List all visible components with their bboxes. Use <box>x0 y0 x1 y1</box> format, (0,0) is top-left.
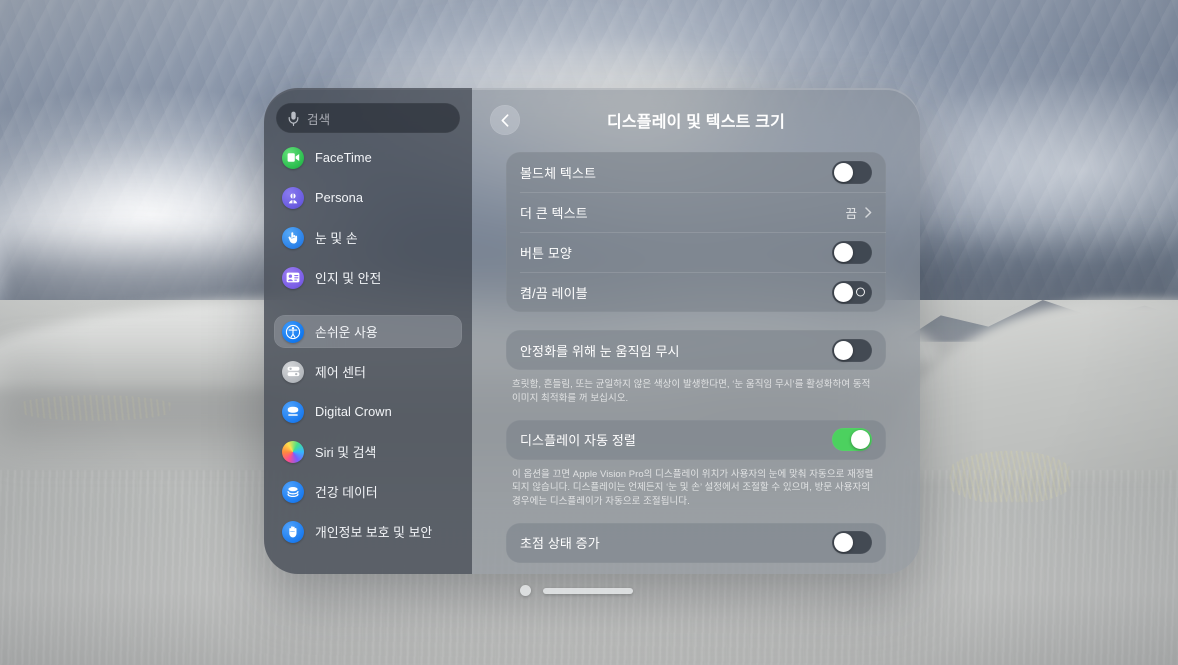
sidebar-item-digital-crown[interactable]: Digital Crown <box>274 395 462 428</box>
sidebar-nav-list: FaceTime Persona 눈 및 손 인지 및 안전 손쉬운 사용 제어… <box>274 141 462 555</box>
sidebar-item-eye-and-hand[interactable]: 눈 및 손 <box>274 221 462 254</box>
row-label: 켬/끔 레이블 <box>520 285 588 301</box>
sidebar-item-label: Persona <box>315 190 364 205</box>
row-label: 더 큰 텍스트 <box>520 205 588 221</box>
vision-pro-environment: 검색 FaceTime Persona 눈 및 손 인지 및 안전 손쉬운 사용… <box>0 0 1178 665</box>
row-label: 디스플레이 자동 정렬 <box>520 433 636 449</box>
detail-titlebar: 디스플레이 및 텍스트 크기 <box>472 88 920 152</box>
toggle-knob <box>834 533 853 553</box>
settings-detail-pane: 디스플레이 및 텍스트 크기 볼드체 텍스트 더 큰 텍스트 끔 버튼 모양 켬… <box>472 88 920 574</box>
sidebar-item-siri-search[interactable]: Siri 및 검색 <box>274 435 462 468</box>
settings-group-focus-state: 초점 상태 증가 <box>506 522 886 563</box>
row-auto-align-display[interactable]: 디스플레이 자동 정렬 <box>506 420 886 460</box>
settings-group-text: 볼드체 텍스트 더 큰 텍스트 끔 버튼 모양 켬/끔 레이블 <box>506 152 886 312</box>
sidebar-item-label: 개인정보 보호 및 보안 <box>315 525 433 540</box>
sidebar-item-accessibility[interactable]: 손쉬운 사용 <box>274 315 462 348</box>
on-off-labels-toggle[interactable] <box>832 280 872 304</box>
siri-icon <box>282 440 304 463</box>
row-label: 안정화를 위해 눈 움직임 무시 <box>520 343 680 359</box>
digital-crown-icon <box>282 400 304 423</box>
sidebar-item-label: 건강 데이터 <box>315 485 378 500</box>
sidebar-item-label: Siri 및 검색 <box>315 445 377 460</box>
awareness-icon <box>282 266 304 289</box>
page-title: 디스플레이 및 텍스트 크기 <box>606 114 786 131</box>
toggle-knob <box>851 430 870 450</box>
sidebar-item-label: 눈 및 손 <box>315 231 358 246</box>
row-value-group: 끔 <box>845 203 872 222</box>
sidebar-item-label: 제어 센터 <box>315 365 366 380</box>
search-placeholder-text: 검색 <box>307 112 331 127</box>
sidebar-item-persona[interactable]: Persona <box>274 181 462 214</box>
sidebar-item-label: Digital Crown <box>315 404 392 419</box>
reduce-eye-motion-toggle[interactable] <box>832 338 872 362</box>
increase-focus-state-toggle[interactable] <box>832 531 872 555</box>
larger-text-value: 끔 <box>845 206 857 221</box>
microphone-icon <box>288 111 299 126</box>
sidebar-item-label: FaceTime <box>315 150 372 165</box>
settings-scroll-area[interactable]: 볼드체 텍스트 더 큰 텍스트 끔 버튼 모양 켬/끔 레이블 안정화를 위해 … <box>472 152 920 563</box>
accessibility-icon <box>282 320 304 343</box>
settings-group-auto-align: 디스플레이 자동 정렬 <box>506 419 886 460</box>
row-increase-focus-state[interactable]: 초점 상태 증가 <box>506 523 886 563</box>
sidebar-item-label: 인지 및 안전 <box>315 271 382 286</box>
eye-hand-icon <box>282 226 304 249</box>
bold-text-toggle[interactable] <box>832 160 872 184</box>
row-on-off-labels[interactable]: 켬/끔 레이블 <box>506 272 886 312</box>
row-larger-text[interactable]: 더 큰 텍스트 끔 <box>506 192 886 232</box>
toggle-knob <box>834 242 853 262</box>
sidebar-item-awareness-safety[interactable]: 인지 및 안전 <box>274 261 462 294</box>
row-label: 초점 상태 증가 <box>520 536 600 552</box>
button-shapes-toggle[interactable] <box>832 240 872 264</box>
search-input[interactable]: 검색 <box>276 103 460 133</box>
background-grass <box>20 395 170 421</box>
eye-motion-description: 흐릿함, 흔들림, 또는 균일하지 않은 색상이 발생한다면, ‘눈 움직임 무… <box>512 379 871 404</box>
sidebar-item-health[interactable]: 건강 데이터 <box>274 475 462 508</box>
settings-group-eye-motion: 안정화를 위해 눈 움직임 무시 <box>506 330 886 370</box>
back-button[interactable] <box>490 105 520 135</box>
auto-align-description: 이 옵션을 끄면 Apple Vision Pro의 디스플레이 위치가 사용자… <box>512 468 874 508</box>
toggle-knob <box>834 340 853 360</box>
row-reduce-eye-motion[interactable]: 안정화를 위해 눈 움직임 무시 <box>506 330 886 370</box>
row-button-shapes[interactable]: 버튼 모양 <box>506 232 886 272</box>
persona-icon <box>282 186 304 209</box>
window-chrome-footer <box>264 585 920 596</box>
row-bold-text[interactable]: 볼드체 텍스트 <box>506 152 886 192</box>
control-center-icon <box>282 360 304 383</box>
window-grab-bar[interactable] <box>543 587 633 594</box>
health-icon <box>282 480 304 503</box>
close-window-button[interactable] <box>520 585 531 596</box>
settings-window: 검색 FaceTime Persona 눈 및 손 인지 및 안전 손쉬운 사용… <box>264 88 920 574</box>
row-label: 볼드체 텍스트 <box>520 165 597 181</box>
sidebar-item-label: 손쉬운 사용 <box>315 325 378 340</box>
settings-sidebar: 검색 FaceTime Persona 눈 및 손 인지 및 안전 손쉬운 사용… <box>264 88 472 574</box>
chevron-left-icon <box>501 113 509 127</box>
privacy-hand-icon <box>282 520 304 543</box>
toggle-knob <box>834 162 853 182</box>
sidebar-item-privacy-security[interactable]: 개인정보 보호 및 보안 <box>274 515 462 548</box>
sidebar-item-facetime[interactable]: FaceTime <box>274 141 462 174</box>
off-label-circle-icon <box>856 287 865 297</box>
facetime-icon <box>282 146 304 169</box>
auto-align-display-toggle[interactable] <box>832 428 872 452</box>
sidebar-item-control-center[interactable]: 제어 센터 <box>274 355 462 388</box>
chevron-right-icon <box>865 206 872 218</box>
toggle-knob <box>834 282 853 302</box>
row-label: 버튼 모양 <box>520 245 572 261</box>
